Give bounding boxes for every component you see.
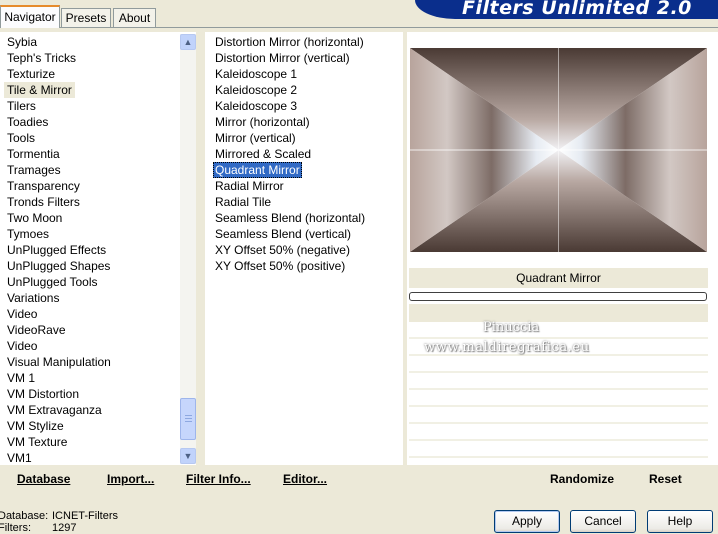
category-item[interactable]: Sybia: [4, 34, 40, 50]
filter-item[interactable]: Mirrored & Scaled: [213, 146, 313, 162]
import-link[interactable]: Import...: [107, 472, 154, 486]
category-item[interactable]: Toadies: [4, 114, 51, 130]
filter-item[interactable]: Kaleidoscope 1: [213, 66, 299, 82]
randomize-link[interactable]: Randomize: [550, 472, 614, 486]
category-item[interactable]: Teph's Tricks: [4, 50, 79, 66]
apply-button[interactable]: Apply: [494, 510, 560, 533]
category-item[interactable]: Video: [4, 338, 40, 354]
category-item[interactable]: VM Distortion: [4, 386, 82, 402]
category-item[interactable]: Tools: [4, 130, 38, 146]
watermark-url: www.maldiregrafica.eu: [424, 340, 590, 355]
filters-count: 1297: [52, 522, 77, 534]
category-item[interactable]: UnPlugged Effects: [4, 242, 109, 258]
filter-item[interactable]: Quadrant Mirror: [213, 162, 302, 178]
filter-item[interactable]: Seamless Blend (horizontal): [213, 210, 367, 226]
filter-item[interactable]: Radial Tile: [213, 194, 273, 210]
reset-link[interactable]: Reset: [649, 472, 682, 486]
category-item[interactable]: VideoRave: [4, 322, 69, 338]
category-item[interactable]: Video: [4, 306, 40, 322]
filter-item[interactable]: Distortion Mirror (horizontal): [213, 34, 366, 50]
category-item[interactable]: VM Extravaganza: [4, 402, 105, 418]
database-link[interactable]: Database: [17, 472, 70, 486]
category-item[interactable]: Variations: [4, 290, 62, 306]
filter-info-link[interactable]: Filter Info...: [186, 472, 251, 486]
category-item[interactable]: VM Texture: [4, 434, 70, 450]
parameter-area: [409, 304, 708, 322]
category-item[interactable]: Tymoes: [4, 226, 52, 242]
current-filter-name: Quadrant Mirror: [409, 268, 708, 288]
cancel-button[interactable]: Cancel: [570, 510, 636, 533]
parameter-row: [409, 392, 708, 407]
tab-presets[interactable]: Presets: [61, 8, 111, 27]
category-item[interactable]: VM1: [4, 450, 35, 465]
database-label: Database:: [0, 510, 49, 522]
category-item[interactable]: Tile & Mirror: [4, 82, 75, 98]
category-item[interactable]: Tronds Filters: [4, 194, 83, 210]
category-item[interactable]: Tormentia: [4, 146, 63, 162]
parameter-row: [409, 443, 708, 458]
help-button[interactable]: Help: [647, 510, 713, 533]
scroll-down-button[interactable]: ▼: [180, 448, 196, 464]
database-value: ICNET-Filters: [52, 510, 118, 522]
category-list[interactable]: Sybia Teph's Tricks Texturize Tile & Mirror…: [0, 32, 196, 465]
category-item[interactable]: VM 1: [4, 370, 38, 386]
category-item[interactable]: Tilers: [4, 98, 39, 114]
tab-about[interactable]: About: [113, 8, 156, 27]
filter-item[interactable]: Distortion Mirror (vertical): [213, 50, 352, 66]
progress-bar: [409, 292, 707, 301]
parameter-row: [409, 375, 708, 390]
category-item[interactable]: Two Moon: [4, 210, 65, 226]
category-item[interactable]: Transparency: [4, 178, 83, 194]
thumb-grip: [185, 415, 192, 416]
parameter-row: [409, 426, 708, 441]
category-item[interactable]: Visual Manipulation: [4, 354, 114, 370]
thumb-grip: [185, 421, 192, 422]
preview-image: [410, 48, 707, 252]
category-item[interactable]: Tramages: [4, 162, 64, 178]
category-item[interactable]: UnPlugged Shapes: [4, 258, 113, 274]
scroll-thumb[interactable]: [180, 398, 196, 440]
scroll-up-button[interactable]: ▲: [180, 34, 196, 50]
filter-item[interactable]: Mirror (vertical): [213, 130, 298, 146]
filter-item[interactable]: Radial Mirror: [213, 178, 286, 194]
app-title: Filters Unlimited 2.0: [462, 0, 692, 19]
filter-item[interactable]: XY Offset 50% (negative): [213, 242, 352, 258]
filter-item[interactable]: Mirror (horizontal): [213, 114, 312, 130]
category-item[interactable]: VM Stylize: [4, 418, 67, 434]
editor-link[interactable]: Editor...: [283, 472, 327, 486]
filter-item[interactable]: Kaleidoscope 2: [213, 82, 299, 98]
tab-navigator[interactable]: Navigator: [0, 5, 60, 28]
filter-item[interactable]: Kaleidoscope 3: [213, 98, 299, 114]
category-item[interactable]: UnPlugged Tools: [4, 274, 101, 290]
category-item[interactable]: Texturize: [4, 66, 58, 82]
thumb-grip: [185, 418, 192, 419]
parameter-row: [409, 358, 708, 373]
filter-item[interactable]: XY Offset 50% (positive): [213, 258, 347, 274]
filter-item[interactable]: Seamless Blend (vertical): [213, 226, 353, 242]
filters-label: Filters:: [0, 522, 31, 534]
watermark-name: Pinuccia: [483, 320, 540, 335]
parameter-row: [409, 324, 708, 339]
parameter-row: [409, 409, 708, 424]
filter-list[interactable]: Distortion Mirror (horizontal) Distortion…: [205, 32, 403, 465]
category-scrollbar[interactable]: ▲ ▼: [180, 34, 196, 464]
